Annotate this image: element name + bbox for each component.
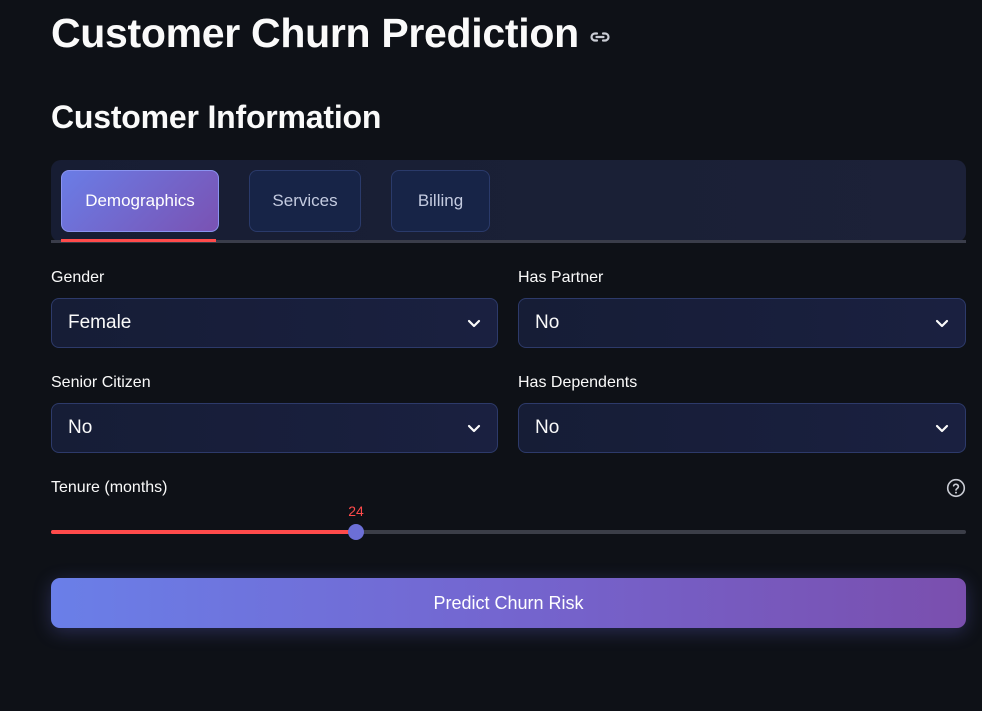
predict-churn-button[interactable]: Predict Churn Risk [51,578,966,628]
has-dependents-label: Has Dependents [518,374,638,391]
has-dependents-select-value: No [535,417,560,438]
page-title: Customer Churn Prediction [51,10,611,57]
tab-billing[interactable]: Billing [391,170,490,232]
gender-select-value: Female [68,312,132,333]
gender-label: Gender [51,269,105,286]
senior-citizen-select-value: No [68,417,93,438]
senior-citizen-select[interactable]: No [51,403,498,453]
link-icon[interactable] [589,30,611,44]
has-dependents-select[interactable]: No [518,403,966,453]
tab-demographics[interactable]: Demographics [61,170,219,232]
page-title-text: Customer Churn Prediction [51,10,579,56]
has-partner-label: Has Partner [518,269,604,286]
tenure-slider-thumb[interactable] [348,524,364,540]
gender-select[interactable]: Female [51,298,498,348]
senior-citizen-label: Senior Citizen [51,374,151,391]
section-title: Customer Information [51,99,382,135]
chevron-down-icon [467,424,481,433]
tenure-label: Tenure (months) [51,479,168,496]
chevron-down-icon [935,424,949,433]
help-circle-icon[interactable] [946,478,966,498]
has-partner-select[interactable]: No [518,298,966,348]
chevron-down-icon [935,319,949,328]
tenure-slider-fill [51,530,356,534]
tab-services[interactable]: Services [249,170,361,232]
has-partner-select-value: No [535,312,560,333]
active-tab-indicator [61,239,216,242]
tenure-slider-value: 24 [348,503,364,519]
tenure-slider[interactable] [51,524,966,540]
chevron-down-icon [467,319,481,328]
